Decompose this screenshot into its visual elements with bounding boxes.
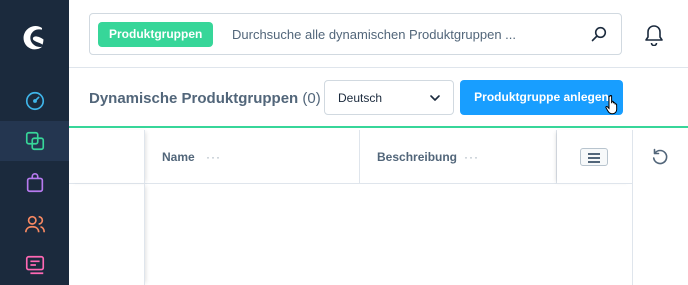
content-list-icon [25,255,44,275]
sidebar-item-orders[interactable] [0,163,69,203]
search-type-tag[interactable]: Produktgruppen [98,22,214,47]
column-label: Name [162,150,195,164]
shopping-bag-icon [26,173,43,193]
grid-select-column [69,130,145,184]
search-input[interactable]: Durchsuche alle dynamischen Produktgrupp… [232,27,516,42]
column-menu-icon[interactable]: ··· [464,150,479,164]
grid-body-select-column [69,184,145,285]
catalogue-icon [25,131,44,151]
create-product-group-button[interactable]: Produktgruppe anlegen [460,80,623,115]
page-title-text: Dynamische Produktgruppen [89,90,299,107]
grid-header: Name ··· Beschreibung ··· [69,130,632,184]
search-bar[interactable]: Produktgruppen Durchsuche alle dynamisch… [89,13,622,55]
language-select[interactable]: Deutsch [324,80,454,115]
page-title: Dynamische Produktgruppen (0) [89,90,321,107]
column-label: Beschreibung [377,150,458,164]
column-header-description[interactable]: Beschreibung ··· [361,130,557,184]
grid-settings-button[interactable] [580,148,608,166]
data-grid: Name ··· Beschreibung ··· [69,130,632,285]
sidebar [0,0,69,285]
column-menu-icon[interactable]: ··· [206,150,221,164]
search-icon[interactable] [591,26,607,42]
page-item-count: (0) [302,90,321,107]
bell-icon[interactable] [644,24,664,46]
sidebar-item-catalogues[interactable] [0,121,69,161]
gauge-icon [25,91,44,111]
shopware-logo-icon[interactable] [16,20,52,56]
menu-lines-icon [588,153,600,155]
sidebar-right [632,130,688,285]
refresh-icon[interactable] [651,148,669,166]
language-select-value: Deutsch [338,91,383,105]
chevron-down-icon [430,95,440,101]
sidebar-item-customers[interactable] [0,204,69,244]
app: Produktgruppen Durchsuche alle dynamisch… [0,0,688,285]
topbar: Produktgruppen Durchsuche alle dynamisch… [69,0,688,68]
column-header-name[interactable]: Name ··· [146,130,360,184]
sidebar-item-content[interactable] [0,245,69,285]
page-header: Dynamische Produktgruppen (0) Deutsch Pr… [69,68,688,128]
hand-cursor-icon [605,95,618,115]
users-icon [24,215,45,233]
grid-settings-column [557,130,632,184]
sidebar-item-dashboard[interactable] [0,81,69,121]
